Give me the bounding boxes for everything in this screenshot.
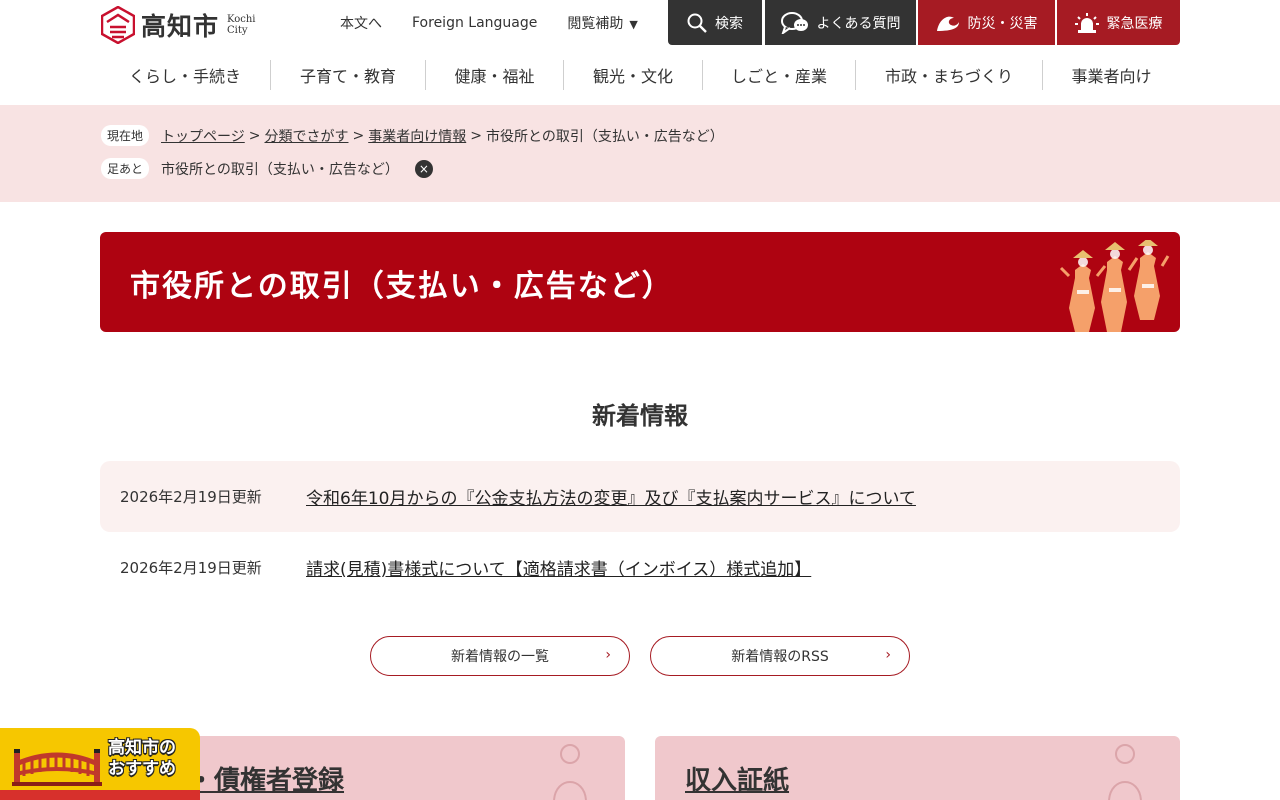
gnav-work-industry[interactable]: しごと・産業 [703,60,856,90]
page-title: 市役所との取引（支払い・広告など） [130,269,674,304]
site-header: 高知市 Kochi City 本文へ Foreign Language 閲覧補助… [0,0,1280,105]
history-item[interactable]: 市役所との取引（支払い・広告など） [161,159,399,179]
foreign-language-link[interactable]: Foreign Language [412,15,537,31]
chevron-right-icon: › [885,647,891,663]
news-date: 2026年2月19日更新 [120,488,262,506]
breadcrumb-category[interactable]: 分類でさがす [264,126,348,146]
recommend-bottom-bar [0,790,200,800]
breadcrumb-separator: > [352,127,365,144]
disaster-button[interactable]: 防災・災害 [918,0,1055,45]
current-location-tag: 現在地 [101,125,150,146]
faq-button-label: よくある質問 [816,15,901,32]
yosakoi-dancers-illustration-icon [1059,240,1170,332]
breadcrumb: 現在地 トップページ > 分類でさがす > 事業者向け情報 > 市役所との取引（… [101,125,724,146]
news-list-item: 2026年2月19日更新 請求(見積)書様式について【適格請求書（インボイス）様… [100,532,1180,603]
history-trail: 足あと 市役所との取引（支払い・広告など） × [101,158,433,179]
news-link[interactable]: 請求(見積)書様式について【適格請求書（インボイス）様式追加】 [306,555,811,580]
news-date: 2026年2月19日更新 [120,559,262,577]
person-illustration-icon [1108,744,1142,800]
logo-text: 高知市 [141,12,220,41]
page-title-banner: 市役所との取引（支払い・広告など） [100,232,1180,332]
recommend-line1: 高知市の [108,738,176,758]
breadcrumb-business-info[interactable]: 事業者向け情報 [368,126,466,146]
recommend-line2: おすすめ [108,759,176,779]
logo-english-line2: City [227,25,248,36]
chevron-right-icon: › [605,647,611,663]
news-list-item: 2026年2月19日更新 令和6年10月からの『公金支払方法の変更』及び『支払案… [100,461,1180,532]
siren-icon [1074,12,1099,33]
gnav-city-administration[interactable]: 市政・まちづくり [856,60,1043,90]
gnav-business[interactable]: 事業者向け [1043,60,1180,90]
chat-bubble-icon [780,11,808,34]
category-card-revenue-stamp[interactable]: 収入証紙 [655,736,1180,800]
close-icon[interactable]: × [414,159,433,178]
breadcrumb-current: 市役所との取引（支払い・広告など） [485,128,724,145]
site-logo[interactable]: 高知市 Kochi City [101,6,255,44]
dropdown-arrow-icon: ▼ [629,17,638,31]
skip-to-content-link[interactable]: 本文へ [340,13,382,33]
news-rss-button-label: 新着情報のRSS [731,649,829,665]
global-navigation: くらし・手続き 子育て・教育 健康・福祉 観光・文化 しごと・産業 市政・まちづ… [100,60,1180,90]
bridge-icon [12,749,102,786]
search-button-label: 検索 [715,15,743,32]
breadcrumb-area: 現在地 トップページ > 分類でさがす > 事業者向け情報 > 市役所との取引（… [0,105,1280,202]
kochi-city-emblem-icon [101,6,135,44]
disaster-button-label: 防災・災害 [967,15,1038,32]
gnav-living[interactable]: くらし・手続き [100,60,271,90]
wave-icon [936,16,959,31]
kochi-recommend-banner[interactable]: 高知市の おすすめ [0,728,200,800]
news-list-button[interactable]: 新着情報の一覧 › [370,636,630,676]
logo-english-line1: Kochi [227,14,256,25]
breadcrumb-separator: > [470,127,482,144]
news-heading: 新着情報 [592,402,688,430]
person-illustration-icon [553,744,587,800]
news-link[interactable]: 令和6年10月からの『公金支払方法の変更』及び『支払案内サービス』について [306,484,916,509]
emergency-medical-button[interactable]: 緊急医療 [1057,0,1180,45]
breadcrumb-top[interactable]: トップページ [161,126,245,146]
gnav-tourism-culture[interactable]: 観光・文化 [564,60,703,90]
news-rss-button[interactable]: 新着情報のRSS › [650,636,910,676]
gnav-childcare-education[interactable]: 子育て・教育 [271,60,426,90]
browse-assist-dropdown[interactable]: 閲覧補助 ▼ [567,13,637,33]
utility-links: 本文へ Foreign Language 閲覧補助 ▼ [340,0,668,45]
browse-assist-label: 閲覧補助 [567,15,624,32]
gnav-health-welfare[interactable]: 健康・福祉 [426,60,564,90]
faq-button[interactable]: よくある質問 [765,0,916,45]
search-button[interactable]: 検索 [668,0,762,45]
emergency-button-label: 緊急医療 [1106,15,1163,32]
logo-english: Kochi City [227,14,255,36]
history-tag: 足あと [101,158,150,179]
recommend-label: 高知市の おすすめ [108,738,176,780]
news-list-button-label: 新着情報の一覧 [451,649,549,665]
breadcrumb-separator: > [248,127,261,144]
card-title[interactable]: 収入証紙 [685,760,789,797]
search-icon [687,13,707,33]
